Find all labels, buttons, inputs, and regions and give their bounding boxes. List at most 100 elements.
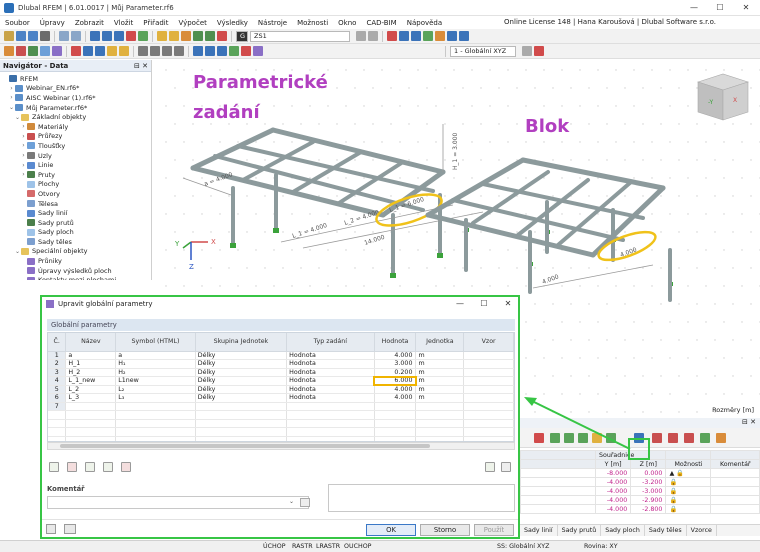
rotate-icon[interactable] [162,46,172,56]
chevron-icon[interactable]: ⌄ [14,114,21,121]
panel-pin-close-icon[interactable]: ⊟ ✕ [742,418,756,426]
menu-assign[interactable]: Přiřadit [138,19,173,27]
cancel-button[interactable]: Storno [420,524,470,536]
table-row[interactable]: -4.000 -3.000 🔒 [520,486,760,496]
cell-type[interactable]: Hodnota [286,351,375,360]
cs-delete-icon[interactable] [534,46,544,56]
cell-type[interactable]: Hodnota [286,385,375,394]
table-row[interactable]: -4.000 -2.800 🔒 [520,504,760,514]
delete-row-icon[interactable] [67,462,77,472]
navigator-item[interactable]: Sady těles [0,237,151,247]
view-3-icon[interactable] [114,31,124,41]
cell-symbol[interactable]: a [115,351,196,360]
status-lgrid[interactable]: LRASTR [316,541,340,552]
cell-name[interactable]: L_2 [65,385,117,394]
ok-button[interactable]: OK [366,524,416,536]
menu-tools[interactable]: Nástroje [253,19,292,27]
tools-icon[interactable] [435,31,445,41]
add-row-icon[interactable] [49,462,59,472]
table-row[interactable]: 6 L_3 L₃ Délky Hodnota 4.000 m [48,393,514,403]
member-icon[interactable] [28,46,38,56]
snap-icon[interactable] [205,31,215,41]
cell-value[interactable]: 3.000 [374,359,417,369]
status-snap[interactable]: ÚCHOP [263,541,286,552]
cell-value[interactable]: 6.000 [373,375,417,386]
cell-group[interactable]: Délky [195,376,288,386]
cell-symbol[interactable]: L1new [115,376,196,386]
table-row[interactable]: -8.000 0.000 ▲ 🔒 [520,468,760,478]
cell-symbol[interactable]: L₃ [115,393,196,403]
undo-icon[interactable] [59,31,69,41]
navigator-item[interactable]: Plochy [0,180,151,190]
display-icon[interactable] [399,31,409,41]
comment-input[interactable]: ⌄ [47,496,310,509]
cell-symbol[interactable]: H₂ [115,368,196,377]
view-2-icon[interactable] [102,31,112,41]
load-case-select[interactable]: ZS1 [250,30,350,42]
cell-value[interactable]: 4.000 [374,385,417,394]
chevron-icon[interactable]: ⌄ [14,248,21,255]
dialog-close-icon[interactable]: ✕ [498,297,518,311]
menu-help[interactable]: Nápověda [402,19,447,27]
cell-name[interactable] [65,402,117,411]
visibility-icon[interactable] [205,46,215,56]
new-file-icon[interactable] [4,31,14,41]
check-icon[interactable] [423,31,433,41]
table-row[interactable]: 2 H_1 H₁ Délky Hodnota 3.000 m [48,359,514,369]
tab-solid-sets[interactable]: Sady těles [645,525,687,536]
tab-formulas[interactable]: Vzorce [687,525,717,536]
surface-icon[interactable] [40,46,50,56]
menu-options[interactable]: Možnosti [292,19,333,27]
cell-unit[interactable]: m [415,393,465,403]
menu-window[interactable]: Okno [333,19,361,27]
cell-unit[interactable]: m [415,376,465,386]
chevron-icon[interactable]: › [20,152,27,159]
table-row[interactable]: -4.000 -2.900 🔒 [520,495,760,505]
navigator-item[interactable]: Sady prutů [0,218,151,228]
cell-unit[interactable]: m [415,368,465,377]
chevron-icon[interactable]: › [20,123,27,130]
chevron-icon[interactable]: › [8,94,15,101]
opening-icon[interactable] [95,46,105,56]
navigator-item[interactable]: ⌄ Základní objekty [0,112,151,122]
table-row[interactable]: 5 L_2 L₂ Délky Hodnota 4.000 m [48,385,514,394]
dimension-icon[interactable] [107,46,117,56]
navigator-item[interactable]: › Materiály [0,122,151,132]
insert-row-icon[interactable] [85,462,95,472]
table-row[interactable]: -4.000 -3.200 🔒 [520,477,760,487]
cell-value[interactable] [374,402,417,411]
cell-unit[interactable]: m [415,385,465,394]
support-icon[interactable] [71,46,81,56]
navigator-item[interactable]: › Tloušťky [0,141,151,151]
cell-group[interactable]: Délky [195,351,288,360]
hinge-icon[interactable] [83,46,93,56]
cell-type[interactable] [286,402,375,411]
warning-icon[interactable] [217,31,227,41]
chevron-icon[interactable]: › [20,142,27,149]
cell-symbol[interactable]: L₂ [115,385,196,394]
cell-type[interactable]: Hodnota [286,359,375,369]
scrollbar-thumb[interactable] [60,444,430,448]
export-excel-icon[interactable] [501,462,511,472]
apply-button[interactable]: Použít [474,524,514,536]
sketch-icon[interactable] [157,31,167,41]
mirror-icon[interactable] [174,46,184,56]
model-icon[interactable] [169,31,179,41]
cs-options-icon[interactable] [522,46,532,56]
table-row[interactable]: 1 a a Délky Hodnota 4.000 m [48,351,514,360]
menu-calculate[interactable]: Výpočet [174,19,212,27]
cell-symbol[interactable]: H₁ [115,359,196,369]
navigator-item[interactable]: › Průřezy [0,132,151,142]
dialog-maximize-icon[interactable]: ☐ [474,297,494,311]
formula-edit-icon[interactable] [668,433,678,443]
cell-name[interactable]: H_1 [65,359,117,369]
table-tools-icon[interactable] [716,433,726,443]
clear-table-icon[interactable] [121,462,131,472]
cell-name[interactable]: a [65,351,117,360]
copy-row-icon[interactable] [103,462,113,472]
cell-formula[interactable] [463,351,514,360]
line-icon[interactable] [16,46,26,56]
copy-icon[interactable] [138,46,148,56]
horizontal-scrollbar[interactable] [47,442,515,450]
open-file-icon[interactable] [16,31,26,41]
